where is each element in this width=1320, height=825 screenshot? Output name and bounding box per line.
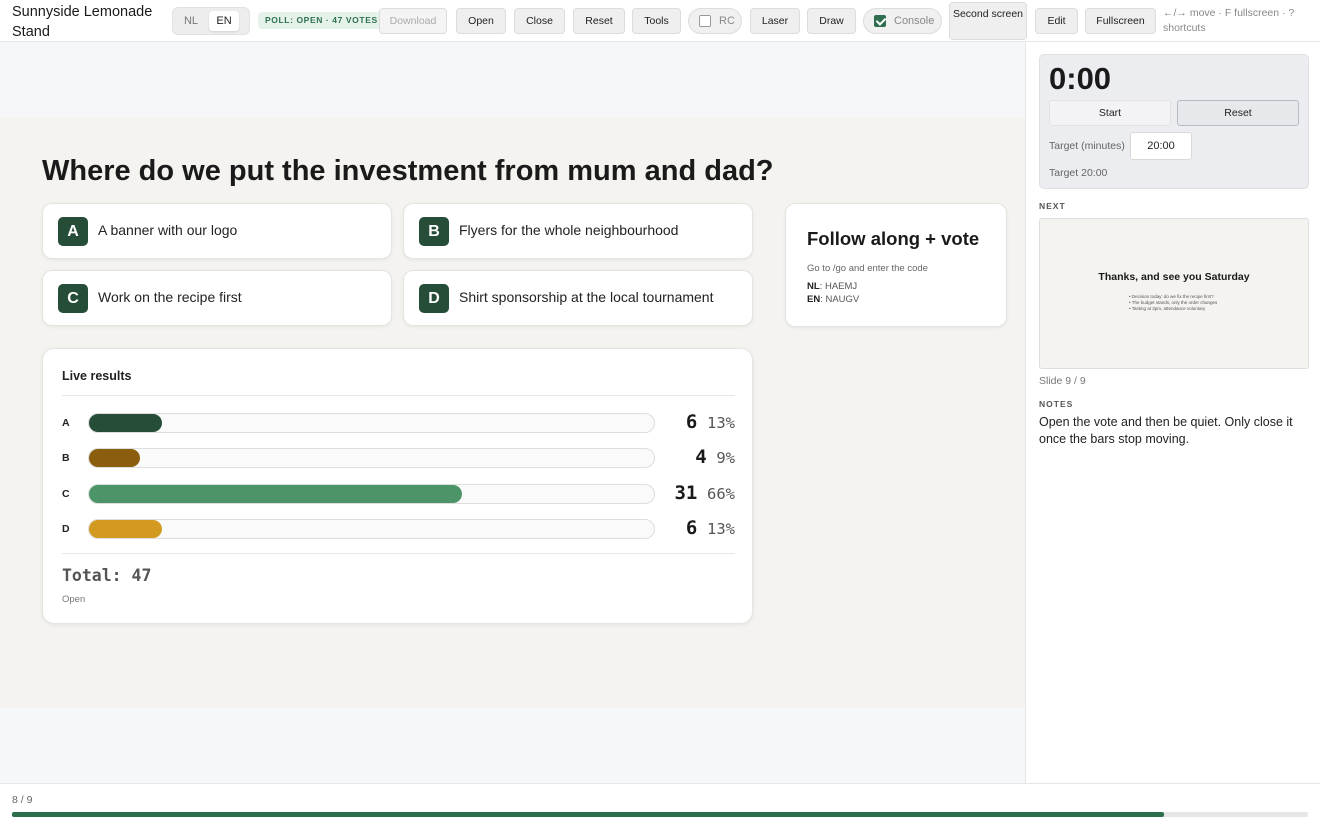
- draw-button[interactable]: Draw: [807, 8, 856, 34]
- question-title: Where do we put the investment from mum …: [42, 155, 774, 187]
- toolbar: Sunnyside Lemonade Stand NL EN POLL: OPE…: [0, 0, 1320, 42]
- rc-toggle[interactable]: RC: [688, 8, 742, 34]
- divider: [62, 553, 735, 554]
- option-letter-badge: D: [419, 284, 449, 313]
- console-toggle[interactable]: Console: [863, 8, 942, 34]
- join-code: HAEMJ: [824, 281, 858, 292]
- live-results-card: Live results A 6 13% B 4 9% C 31 66% D 6…: [42, 348, 753, 624]
- result-label: B: [62, 452, 70, 464]
- result-count: 4 9%: [663, 446, 735, 468]
- follow-along-card: Follow along + vote Go to /go and enter …: [785, 203, 1007, 327]
- vote-count: 4: [695, 446, 707, 468]
- fullscreen-button[interactable]: Fullscreen: [1085, 8, 1156, 34]
- result-bar-fill: [89, 414, 163, 432]
- total-votes: Total: 47: [62, 566, 152, 585]
- vote-percent: 9%: [716, 449, 735, 467]
- result-count: 6 13%: [663, 411, 735, 433]
- console-checkbox[interactable]: [874, 15, 886, 27]
- timer-widget: 0:00 Start Reset Target (minutes) Target…: [1039, 54, 1309, 189]
- rc-label: RC: [719, 15, 735, 27]
- timer-reset-button[interactable]: Reset: [1177, 100, 1299, 126]
- second-screen-button[interactable]: Second screen: [949, 2, 1027, 40]
- deck-progress-fill: [12, 812, 1165, 817]
- result-label: D: [62, 523, 70, 535]
- result-bar-fill: [89, 449, 140, 467]
- follow-instructions: Go to /go and enter the code: [807, 263, 928, 274]
- next-slide-preview[interactable]: Thanks, and see you Saturday Decision to…: [1039, 218, 1309, 369]
- stage-background: [0, 42, 1025, 118]
- result-bar-fill: [89, 485, 462, 503]
- option-card-d[interactable]: D Shirt sponsorship at the local tournam…: [403, 270, 753, 326]
- result-bar-track: [88, 484, 655, 504]
- code-lang: NL: [807, 281, 820, 292]
- option-card-a[interactable]: A A banner with our logo: [42, 203, 392, 259]
- next-slide-bullet: Tasting at 3pm, attendance voluntary: [1129, 306, 1217, 312]
- option-letter-badge: B: [419, 217, 449, 246]
- option-card-c[interactable]: C Work on the recipe first: [42, 270, 392, 326]
- page-indicator: 8 / 9: [12, 794, 33, 806]
- result-count: 31 66%: [663, 482, 735, 504]
- rc-checkbox[interactable]: [699, 15, 711, 27]
- option-text: Work on the recipe first: [98, 289, 242, 305]
- app-title: Sunnyside Lemonade Stand: [12, 4, 153, 40]
- result-bar-track: [88, 519, 655, 539]
- result-label: A: [62, 417, 70, 429]
- presenter-console: 0:00 Start Reset Target (minutes) Target…: [1025, 42, 1320, 783]
- result-bar-fill: [89, 520, 163, 538]
- lang-en-button[interactable]: EN: [209, 11, 239, 31]
- vote-count: 6: [685, 411, 698, 433]
- speaker-notes: Open the vote and then be quiet. Only cl…: [1039, 415, 1293, 446]
- slide-counter: Slide 9 / 9: [1039, 375, 1086, 387]
- vote-percent: 66%: [707, 485, 735, 503]
- tools-button[interactable]: Tools: [632, 8, 681, 34]
- target-minutes-label: Target (minutes): [1049, 140, 1125, 152]
- divider: [62, 395, 735, 396]
- shortcuts-hint: ←/→ move · F fullscreen · ? shortcuts: [1163, 7, 1295, 34]
- follow-title: Follow along + vote: [807, 228, 980, 249]
- join-code-nl: NL: HAEMJ: [807, 281, 858, 292]
- target-note: Target 20:00: [1049, 167, 1108, 179]
- console-label: Console: [894, 15, 935, 27]
- poll-status-badge: POLL: OPEN · 47 VOTES: [258, 12, 385, 29]
- vote-count: 31: [674, 482, 698, 504]
- laser-button[interactable]: Laser: [750, 8, 800, 34]
- deck-progress-bar[interactable]: [12, 812, 1308, 817]
- poll-status: Open: [62, 594, 86, 605]
- option-text: Flyers for the whole neighbourhood: [459, 222, 679, 238]
- results-title: Live results: [62, 369, 132, 383]
- result-count: 6 13%: [663, 517, 735, 539]
- option-card-b[interactable]: B Flyers for the whole neighbourhood: [403, 203, 753, 259]
- footer: 8 / 9: [0, 783, 1320, 825]
- next-heading: NEXT: [1039, 201, 1066, 211]
- language-switch: NL EN: [172, 7, 250, 35]
- result-label: C: [62, 488, 70, 500]
- reset-poll-button[interactable]: Reset: [573, 8, 625, 34]
- option-text: Shirt sponsorship at the local tournamen…: [459, 289, 714, 305]
- next-slide-title: Thanks, and see you Saturday: [1098, 271, 1250, 283]
- timer-display: 0:00: [1049, 61, 1112, 96]
- join-code-en: EN: NAUGV: [807, 294, 860, 305]
- result-bar-track: [88, 413, 655, 433]
- stage-background: [0, 708, 1025, 783]
- vote-percent: 13%: [707, 520, 735, 538]
- close-poll-button[interactable]: Close: [514, 8, 565, 34]
- edit-button[interactable]: Edit: [1035, 8, 1078, 34]
- lang-nl-button[interactable]: NL: [176, 11, 206, 31]
- next-slide-bullets: Decision today: do we fix the recipe fir…: [1129, 294, 1218, 312]
- join-code: NAUGV: [825, 294, 860, 305]
- option-letter-badge: C: [58, 284, 88, 313]
- code-lang: EN: [807, 294, 821, 305]
- download-button[interactable]: Download: [379, 8, 447, 34]
- open-poll-button[interactable]: Open: [456, 8, 506, 34]
- vote-count: 6: [685, 517, 698, 539]
- target-minutes-input[interactable]: [1130, 132, 1192, 160]
- vote-percent: 13%: [707, 414, 735, 432]
- notes-heading: NOTES: [1039, 399, 1074, 409]
- option-letter-badge: A: [58, 217, 88, 246]
- option-text: A banner with our logo: [98, 222, 238, 238]
- timer-start-button[interactable]: Start: [1049, 100, 1171, 126]
- result-bar-track: [88, 448, 655, 468]
